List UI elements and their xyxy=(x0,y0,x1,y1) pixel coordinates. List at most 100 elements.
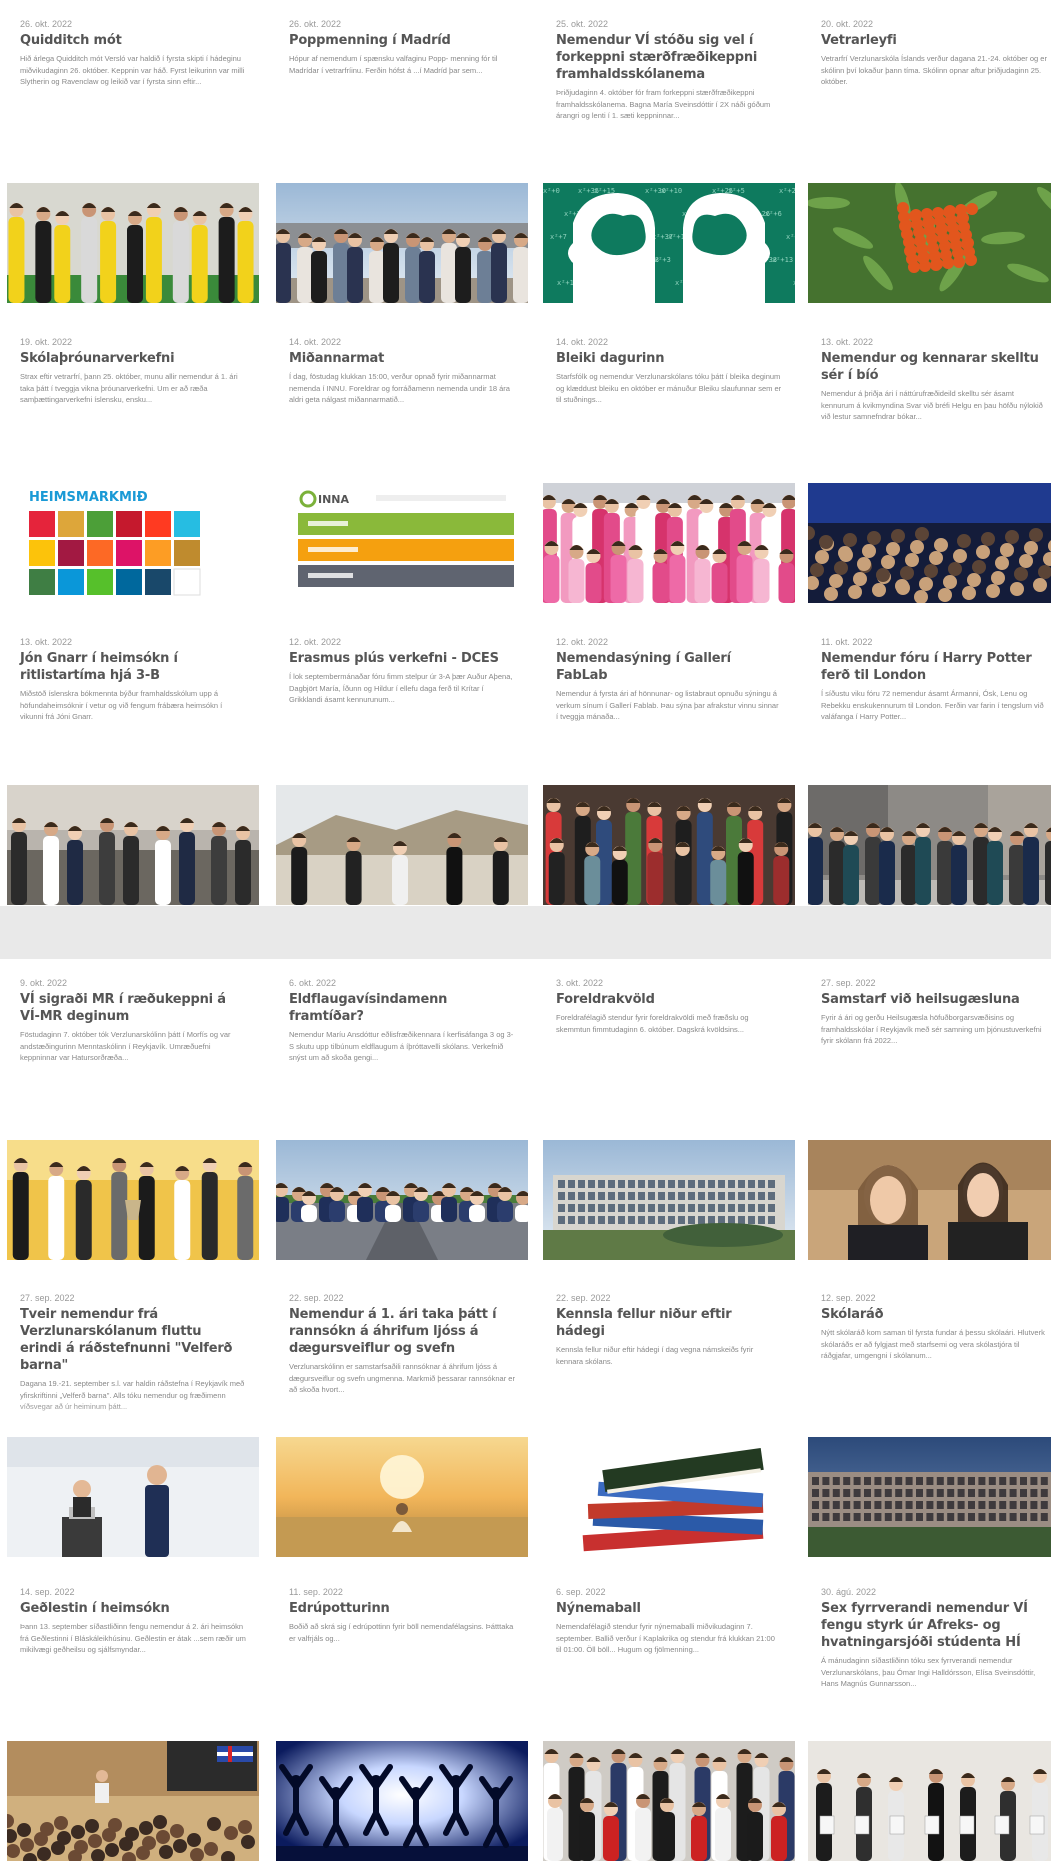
news-title[interactable]: Bleiki dagurinn xyxy=(556,350,782,367)
news-card[interactable]: 11. sep. 2022 Edrúpotturinn Boðið að skrá … xyxy=(276,1575,528,1861)
news-card[interactable]: 27. sep. 2022 Samstarf við heilsugæsluna F… xyxy=(808,966,1051,1260)
news-title[interactable]: Geðlestin í heimsókn xyxy=(20,1600,246,1617)
news-image-inna-screenshot[interactable]: INNA xyxy=(276,483,528,603)
news-date: 3. okt. 2022 xyxy=(556,978,604,988)
news-card[interactable]: 13. okt. 2022 Jón Gnarr í heimsókn í ritl… xyxy=(7,625,259,905)
news-title[interactable]: Erasmus plús verkefni - DCES xyxy=(289,650,515,667)
text-fade xyxy=(543,447,795,483)
news-date: 22. sep. 2022 xyxy=(289,1293,344,1303)
news-title[interactable]: Quidditch mót xyxy=(20,32,246,49)
news-title[interactable]: Nemendur og kennarar skelltu sér í bíó xyxy=(821,350,1047,384)
news-title[interactable]: Samstarf við heilsugæsluna xyxy=(821,991,1047,1008)
news-title[interactable]: Skólaráð xyxy=(821,1306,1047,1323)
news-card[interactable]: 12. okt. 2022 Nemendasýning í Gallerí Fab… xyxy=(543,625,795,905)
news-card[interactable]: 22. sep. 2022 Nemendur á 1. ári taka þátt… xyxy=(276,1281,528,1557)
news-title[interactable]: Eldflaugavísindamenn framtíðar? xyxy=(289,991,515,1025)
news-card[interactable]: 19. okt. 2022 Skólaþróunarverkefni Strax e… xyxy=(7,325,259,603)
news-title[interactable]: Skólaþróunarverkefni xyxy=(20,350,246,367)
svg-text:HEIMSMARKMIÐ: HEIMSMARKMIÐ xyxy=(29,490,148,505)
news-title[interactable]: Sex fyrrverandi nemendur VÍ fengu styrk … xyxy=(821,1600,1047,1651)
news-title[interactable]: Nemendur á 1. ári taka þátt í rannsókn á… xyxy=(289,1306,515,1357)
news-card[interactable]: 20. okt. 2022 Vetrarleyfi Vetrarfrí Verzlu… xyxy=(808,7,1051,303)
news-title[interactable]: Miðannarmat xyxy=(289,350,515,367)
news-title[interactable]: Nýnemaball xyxy=(556,1600,782,1617)
svg-text:INNA: INNA xyxy=(318,493,350,506)
news-image-school-building[interactable] xyxy=(543,1140,795,1260)
news-date: 11. sep. 2022 xyxy=(289,1587,343,1597)
news-image-two-heads-silhouette-math[interactable]: x²+0x²+1x²+2x²+3x²+4x²+5x²+6x²+7x²+8x²+9… xyxy=(543,183,795,303)
news-card[interactable]: 9. okt. 2022 VÍ sigraði MR í ræðukeppni á… xyxy=(7,966,259,1260)
news-card[interactable]: 12. sep. 2022 Skólaráð Nýtt skólaráð kom s… xyxy=(808,1281,1051,1557)
news-excerpt: Starfsfólk og nemendur Verzlunarskólans … xyxy=(556,372,782,404)
text-fade xyxy=(543,147,795,183)
news-image-gallery-group[interactable] xyxy=(543,785,795,905)
text-fade xyxy=(808,147,1051,183)
news-excerpt: Hið árlega Quidditch mót Versló var hald… xyxy=(20,54,245,86)
news-image-jumping-silhouettes[interactable] xyxy=(276,1741,528,1861)
news-card[interactable]: 30. ágú. 2022 Sex fyrrverandi nemendur VÍ… xyxy=(808,1575,1051,1861)
news-title[interactable]: Edrúpotturinn xyxy=(289,1600,515,1617)
news-title[interactable]: VÍ sigraði MR í ræðukeppni á VÍ-MR degin… xyxy=(20,991,246,1025)
text-fade xyxy=(7,749,259,785)
text-fade xyxy=(276,1401,528,1437)
text-fade xyxy=(7,147,259,183)
text-fade xyxy=(808,749,1051,785)
news-image-group-photo-yellow-shirts[interactable] xyxy=(7,183,259,303)
news-card[interactable]: 27. sep. 2022 Tveir nemendur frá Verzluna… xyxy=(7,1281,259,1557)
news-image-two-presenters[interactable] xyxy=(7,1437,259,1557)
news-card[interactable]: 25. okt. 2022 Nemendur VÍ stóðu sig vel í… xyxy=(543,7,795,303)
news-image-crowd-of-students[interactable] xyxy=(543,1741,795,1861)
news-card[interactable]: 26. okt. 2022 Quidditch mót Hið árlega Qui… xyxy=(7,7,259,303)
news-date: 20. okt. 2022 xyxy=(821,19,874,29)
news-image-auditorium-performance[interactable] xyxy=(7,1741,259,1861)
news-excerpt: Foreldrafélagið stendur fyrir foreldrakv… xyxy=(556,1013,749,1034)
news-title[interactable]: Vetrarleyfi xyxy=(821,32,1047,49)
news-image-two-women-portrait[interactable] xyxy=(808,1140,1051,1260)
news-title[interactable]: Tveir nemendur frá Verzlunarskólanum flu… xyxy=(20,1306,246,1374)
news-image-person-sunrise-meadow[interactable] xyxy=(276,1437,528,1557)
news-date: 14. okt. 2022 xyxy=(556,337,609,347)
news-card[interactable]: 14. sep. 2022 Geðlestin í heimsókn Þann 13… xyxy=(7,1575,259,1861)
svg-text:x²+27: x²+27 xyxy=(786,233,795,241)
news-card[interactable]: 6. okt. 2022 Eldflaugavísindamenn framtíð… xyxy=(276,966,528,1260)
news-image-school-building-evening[interactable] xyxy=(808,1437,1051,1557)
news-card[interactable]: 11. okt. 2022 Nemendur fóru í Harry Potte… xyxy=(808,625,1051,905)
news-image-girls-on-cliff[interactable] xyxy=(276,785,528,905)
svg-text:x²+0: x²+0 xyxy=(543,187,560,195)
news-date: 13. okt. 2022 xyxy=(20,637,73,647)
news-image-debate-team-trophy[interactable] xyxy=(7,1140,259,1260)
news-title[interactable]: Nemendasýning í Gallerí FabLab xyxy=(556,650,782,684)
news-title[interactable]: Kennsla fellur niður eftir hádegi xyxy=(556,1306,782,1340)
news-date: 12. okt. 2022 xyxy=(556,637,609,647)
news-card[interactable]: 3. okt. 2022 Foreldrakvöld Foreldrafélagið… xyxy=(543,966,795,1260)
news-image-global-goals-grid[interactable]: HEIMSMARKMIÐ xyxy=(7,483,259,603)
news-image-stack-of-books[interactable] xyxy=(543,1437,795,1557)
news-card[interactable]: 26. okt. 2022 Poppmenning í Madríd Hópur a… xyxy=(276,7,528,303)
news-card[interactable]: 6. sep. 2022 Nýnemaball Nemendafélagið ste… xyxy=(543,1575,795,1861)
news-image-london-group[interactable] xyxy=(808,785,1051,905)
news-card[interactable]: 22. sep. 2022 Kennsla fellur niður eftir … xyxy=(543,1281,795,1557)
news-title[interactable]: Poppmenning í Madríd xyxy=(289,32,515,49)
news-image-students-on-track[interactable] xyxy=(276,1140,528,1260)
news-card[interactable]: 13. okt. 2022 Nemendur og kennarar skellt… xyxy=(808,325,1051,603)
text-fade xyxy=(543,749,795,785)
news-excerpt: Fyrir á ári og gerðu Heilsugæsla höfuðbo… xyxy=(821,1013,1042,1045)
news-title[interactable]: Foreldrakvöld xyxy=(556,991,782,1008)
news-excerpt: Hópur af nemendum í spænsku valfaginu Po… xyxy=(289,54,498,75)
news-image-classroom-students[interactable] xyxy=(7,785,259,905)
news-image-rowan-berries[interactable] xyxy=(808,183,1051,303)
news-card[interactable]: 12. okt. 2022 Erasmus plús verkefni - DCE… xyxy=(276,625,528,905)
news-excerpt: Þann 13. september síðastliðinn fengu ne… xyxy=(20,1622,246,1654)
news-image-cinema-audience[interactable] xyxy=(808,483,1051,603)
news-card[interactable]: 14. okt. 2022 Bleiki dagurinn Starfsfólk o… xyxy=(543,325,795,603)
news-image-pink-day-group[interactable] xyxy=(543,483,795,603)
news-title[interactable]: Nemendur fóru í Harry Potter ferð til Lo… xyxy=(821,650,1047,684)
news-title[interactable]: Nemendur VÍ stóðu sig vel í forkeppni st… xyxy=(556,32,782,83)
news-image-students-with-awards[interactable] xyxy=(808,1741,1051,1861)
news-image-group-photo-city[interactable] xyxy=(276,183,528,303)
news-title[interactable]: Jón Gnarr í heimsókn í ritlistartíma hjá… xyxy=(20,650,246,684)
news-date: 26. okt. 2022 xyxy=(289,19,342,29)
news-card[interactable]: 14. okt. 2022 Miðannarmat Í dag, föstudag … xyxy=(276,325,528,603)
text-fade xyxy=(808,1104,1051,1140)
news-excerpt: Í lok septembermánaðar fóru fimm stelpur… xyxy=(289,672,513,704)
